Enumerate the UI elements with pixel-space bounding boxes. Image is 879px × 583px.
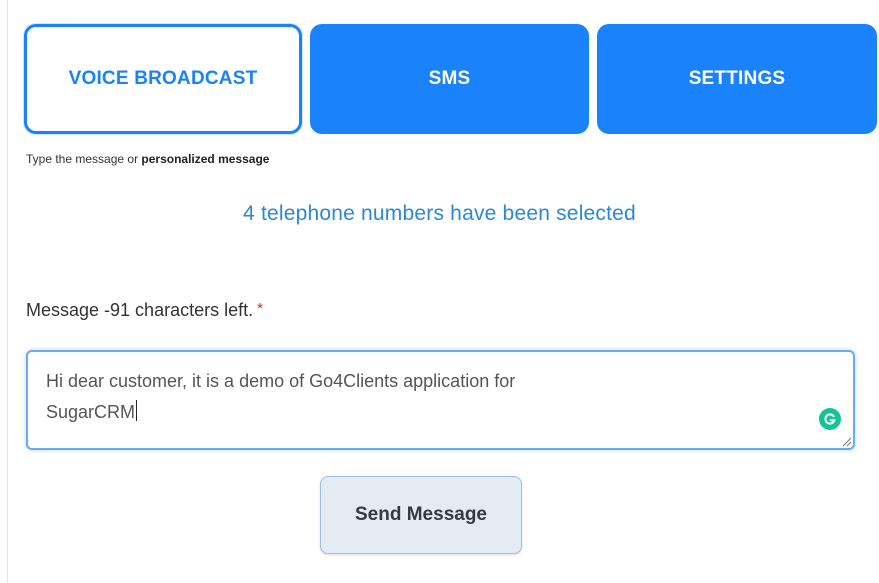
tab-sms[interactable]: SMS: [310, 24, 589, 134]
tab-voice-broadcast[interactable]: VOICE BROADCAST: [24, 24, 302, 134]
message-text: Hi dear customer, it is a demo of Go4Cli…: [46, 371, 516, 422]
message-textarea[interactable]: Hi dear customer, it is a demo of Go4Cli…: [26, 350, 855, 450]
message-label-text: Message -91 characters left.: [26, 300, 254, 320]
hint-bold: personalized message: [141, 152, 270, 166]
send-message-button[interactable]: Send Message: [320, 476, 522, 554]
resize-handle-icon[interactable]: [840, 435, 852, 447]
message-hint: Type the message or personalized message: [26, 152, 269, 166]
message-textarea-value[interactable]: Hi dear customer, it is a demo of Go4Cli…: [46, 366, 806, 428]
grammarly-icon[interactable]: [819, 408, 841, 430]
sms-panel: VOICE BROADCAST SMS SETTINGS Type the me…: [0, 0, 879, 583]
tab-bar: VOICE BROADCAST SMS SETTINGS: [24, 24, 877, 134]
text-caret: [136, 400, 138, 421]
message-label: Message -91 characters left. *: [26, 300, 263, 321]
panel-left-border: [7, 0, 8, 583]
hint-prefix: Type the message or: [26, 152, 142, 166]
required-mark: *: [257, 300, 263, 317]
tab-settings[interactable]: SETTINGS: [597, 24, 877, 134]
selected-numbers-info: 4 telephone numbers have been selected: [243, 202, 636, 225]
